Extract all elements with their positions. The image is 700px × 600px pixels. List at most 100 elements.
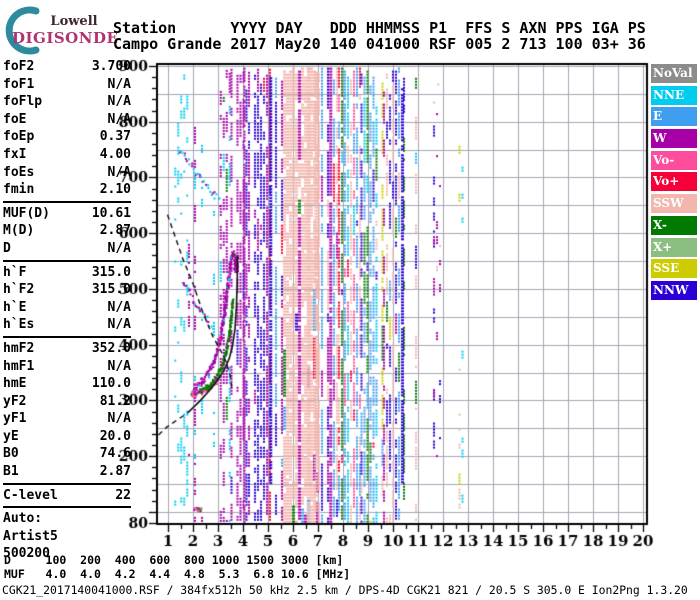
- legend-item-SSW: SSW: [651, 194, 697, 214]
- logo-text-lowell: Lowell: [50, 14, 98, 29]
- readout-label: hmF2: [3, 340, 35, 356]
- readout-label: Artist5: [3, 528, 58, 544]
- readout-value: 2.87: [99, 223, 131, 239]
- readout-value: 315.0: [91, 264, 131, 280]
- readout-row-fmin: fmin 2.10: [3, 181, 131, 199]
- readout-label: Auto:: [3, 511, 43, 527]
- readout-row-hmF2: hmF2 352.0: [3, 340, 131, 358]
- readout-label: M(D): [3, 223, 35, 239]
- readout-row-hmF1: hmF1 N/A: [3, 358, 131, 376]
- file-info-footer: CGK21_2017140041000.RSF / 384fx512h 50 k…: [2, 583, 688, 597]
- readout-section: foF2 3.700 foF1 N/A foFlp N/A foE N/A foEp 0.37 fx…: [3, 58, 131, 199]
- logo-text-digisonde: DIGISONDE: [12, 29, 119, 47]
- readout-value: 20.0: [99, 428, 131, 444]
- distance-row: D 100 200 400 600 800 1000 1500 3000 [km…: [4, 553, 344, 567]
- readout-label: hmF1: [3, 358, 35, 374]
- readout-row-D: D N/A: [3, 240, 131, 258]
- legend-item-W: W: [651, 129, 697, 149]
- station-header-line2: Campo Grande 2017 May20 140 041000 RSF 0…: [113, 35, 646, 53]
- legend-item-Vo-: Vo-: [651, 150, 697, 170]
- readout-row-h`Es: h`Es N/A: [3, 316, 131, 334]
- readout-label: B0: [3, 446, 19, 462]
- readout-row-foEp: foEp 0.37: [3, 128, 131, 146]
- readout-label: h`F: [3, 264, 27, 280]
- readout-row-h`F2: h`F2 315.0: [3, 281, 131, 299]
- readout-value: N/A: [107, 317, 131, 333]
- readout-label: C-level: [3, 487, 58, 503]
- readout-value: 4.00: [99, 146, 131, 162]
- readout-label: h`F2: [3, 282, 35, 298]
- legend-item-X-: X-: [651, 215, 697, 235]
- readout-row-B1: B1 2.87: [3, 463, 131, 481]
- readout-row-B0: B0 74.6: [3, 445, 131, 463]
- readout-value: N/A: [107, 164, 131, 180]
- readout-value: 3.700: [91, 59, 131, 74]
- readout-row-h`F: h`F 315.0: [3, 264, 131, 282]
- readout-section: C-level 22: [3, 482, 131, 505]
- legend-item-SSE: SSE: [651, 259, 697, 279]
- readout-row-foF2: foF2 3.700: [3, 58, 131, 76]
- readout-label: foEs: [3, 164, 35, 180]
- readout-row-yF1: yF1 N/A: [3, 410, 131, 428]
- ionogram-page: Lowell DIGISONDE Station YYYY DAY DDD HH…: [0, 0, 700, 600]
- readout-row-M(D): M(D) 2.87: [3, 222, 131, 240]
- readout-row-foEs: foEs N/A: [3, 164, 131, 182]
- readout-value: 10.61: [91, 205, 131, 221]
- legend-item-NNW: NNW: [651, 280, 697, 300]
- readout-value: 22: [115, 487, 131, 503]
- readout-row-hmE: hmE 110.0: [3, 375, 131, 393]
- readout-row-yE: yE 20.0: [3, 428, 131, 446]
- legend-item-NoVal: NoVal: [651, 64, 697, 83]
- readout-label: fxI: [3, 146, 27, 162]
- readout-label: fmin: [3, 182, 35, 198]
- readout-value: 110.0: [91, 376, 131, 392]
- readout-row-MUF(D): MUF(D) 10.61: [3, 205, 131, 223]
- legend-item-X+: X+: [651, 237, 697, 257]
- lowell-digisonde-logo: Lowell DIGISONDE: [2, 2, 118, 55]
- readout-section: hmF2 352.0 hmF1 N/A hmE 110.0 yF2 81.2 yF1 N/A yE 2…: [3, 335, 131, 481]
- readout-row-fxI: fxI 4.00: [3, 146, 131, 164]
- readout-row-foE: foE N/A: [3, 111, 131, 129]
- readout-row-foF1: foF1 N/A: [3, 76, 131, 94]
- readout-label: hmE: [3, 376, 27, 392]
- readout-value: 0.37: [99, 129, 131, 145]
- readout-value: N/A: [107, 358, 131, 374]
- legend-item-E: E: [651, 107, 697, 127]
- readout-label: D: [3, 240, 11, 256]
- readout-label: yF2: [3, 393, 27, 409]
- readout-row-C-level: C-level 22: [3, 487, 131, 505]
- readout-value: 81.2: [99, 393, 131, 409]
- readout-value: 74.6: [99, 446, 131, 462]
- readout-value: N/A: [107, 76, 131, 92]
- readout-value: 2.87: [99, 464, 131, 480]
- readout-label: foF2: [3, 59, 35, 74]
- readout-value: 315.0: [91, 282, 131, 298]
- legend-item-NNE: NNE: [651, 85, 697, 105]
- station-header-line1: Station YYYY DAY DDD HHMMSS P1 FFS S AXN…: [113, 19, 646, 37]
- readout-label: yF1: [3, 411, 27, 427]
- readout-label: MUF(D): [3, 205, 50, 221]
- readout-value: N/A: [107, 111, 131, 127]
- readout-label: h`Es: [3, 317, 35, 333]
- readout-label: foFlp: [3, 94, 43, 110]
- readout-row-h`E: h`E N/A: [3, 299, 131, 317]
- scaled-parameters-panel: foF2 3.700 foF1 N/A foFlp N/A foE N/A foEp 0.37 fx…: [3, 58, 131, 563]
- readout-value: 352.0: [91, 340, 131, 356]
- readout-label: foE: [3, 111, 27, 127]
- readout-value: N/A: [107, 411, 131, 427]
- readout-label: B1: [3, 464, 19, 480]
- readout-value: 2.10: [99, 182, 131, 198]
- readout-row-foFlp: foFlp N/A: [3, 93, 131, 111]
- readout-label: h`E: [3, 299, 27, 315]
- readout-row-Auto:: Auto:: [3, 510, 131, 528]
- direction-color-legend: NoVal NNE E W Vo- Vo+ SSW X- X+ SSE NNW: [651, 64, 698, 303]
- legend-item-Vo+: Vo+: [651, 172, 697, 192]
- readout-row-yF2: yF2 81.2: [3, 393, 131, 411]
- readout-label: yE: [3, 428, 19, 444]
- readout-label: foEp: [3, 129, 35, 145]
- readout-section: h`F 315.0 h`F2 315.0 h`E N/A h`Es N/A: [3, 259, 131, 334]
- muf-row: MUF 4.0 4.0 4.2 4.4 4.8 5.3 6.8 10.6 [MH…: [4, 567, 351, 581]
- readout-value: N/A: [107, 240, 131, 256]
- readout-row-Artist5: Artist5: [3, 528, 131, 546]
- readout-value: N/A: [107, 299, 131, 315]
